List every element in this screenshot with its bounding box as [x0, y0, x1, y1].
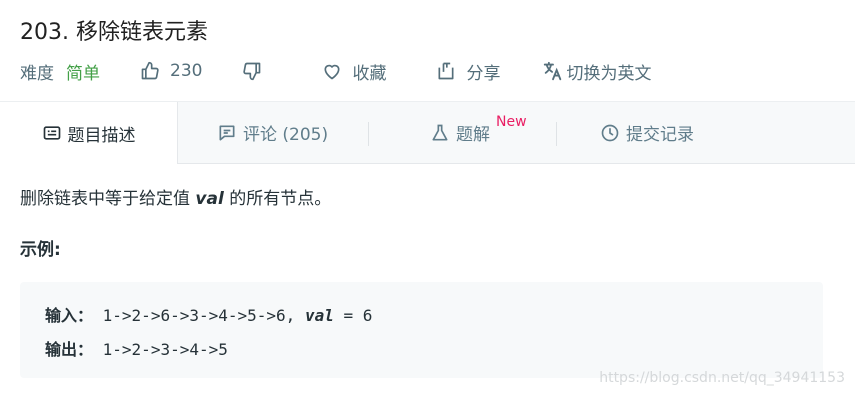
example-input-line: 输入： 1->2->6->3->4->5->6, val = 6 [45, 302, 372, 326]
problem-content: 删除链表中等于给定值 val 的所有节点。 示例: 输入： 1->2->6->3… [20, 184, 830, 378]
share-button[interactable]: 分享 [426, 59, 500, 84]
problem-header: 203. 移除链表元素 难度 简单 230 收藏 分享 切换为英文 [0, 0, 855, 100]
like-count: 230 [170, 61, 203, 81]
thumbs-up-icon [140, 61, 160, 81]
thumbs-down-icon [242, 61, 262, 81]
switch-language-button[interactable]: 切换为英文 [540, 59, 651, 84]
tab-comments-label: 评论 (205) [243, 125, 329, 145]
clock-icon [600, 123, 620, 143]
tab-separator [368, 122, 369, 146]
like-button[interactable]: 230 [140, 61, 202, 81]
example-code-block: 输入： 1->2->6->3->4->5->6, val = 6 输出： 1->… [20, 282, 823, 378]
new-badge: New [496, 114, 527, 130]
problem-description: 删除链表中等于给定值 val 的所有节点。 [20, 184, 830, 209]
tab-separator [556, 122, 557, 146]
favorite-label: 收藏 [352, 63, 387, 84]
description-icon [42, 123, 62, 143]
translate-icon [542, 60, 564, 82]
tab-comments[interactable]: 评论 (205) [217, 102, 328, 163]
description-keyword: val [195, 189, 224, 209]
tab-submissions[interactable]: 提交记录 [600, 102, 694, 163]
tab-submissions-label: 提交记录 [626, 125, 694, 145]
tab-solutions-label: 题解 [456, 125, 490, 145]
description-text: 删除链表中等于给定值 [20, 189, 196, 209]
tab-bar: 题目描述 评论 (205) 题解 New 提交记录 [0, 101, 855, 164]
comment-icon [217, 123, 237, 143]
example-output-line: 输出： 1->2->3->4->5 [45, 336, 228, 360]
difficulty-value: 简单 [66, 63, 100, 84]
share-icon [436, 61, 456, 81]
switch-language-label: 切换为英文 [566, 63, 652, 84]
tab-solutions[interactable]: 题解 [430, 102, 490, 163]
description-text: 的所有节点。 [223, 189, 332, 209]
problem-title: 203. 移除链表元素 [20, 20, 208, 45]
flask-icon [430, 123, 450, 143]
output-label: 输出： [45, 340, 94, 359]
input-tail: = 6 [333, 306, 373, 325]
favorite-button[interactable]: 收藏 [312, 59, 386, 84]
watermark: https://blog.csdn.net/qq_34941153 [599, 370, 845, 386]
dislike-button[interactable] [242, 61, 262, 81]
share-label: 分享 [466, 63, 501, 84]
difficulty-label: 难度 [20, 63, 54, 84]
output-value: 1->2->3->4->5 [93, 340, 228, 359]
heart-icon [322, 61, 342, 81]
input-label: 输入： [45, 306, 94, 325]
input-keyword: val [304, 306, 334, 325]
example-title: 示例: [20, 240, 61, 260]
problem-meta-bar: 难度 简单 230 收藏 分享 切换为英文 [20, 58, 651, 84]
tab-description[interactable]: 题目描述 [0, 102, 178, 164]
tab-description-label: 题目描述 [67, 125, 136, 146]
input-value: 1->2->6->3->4->5->6, [93, 306, 305, 325]
